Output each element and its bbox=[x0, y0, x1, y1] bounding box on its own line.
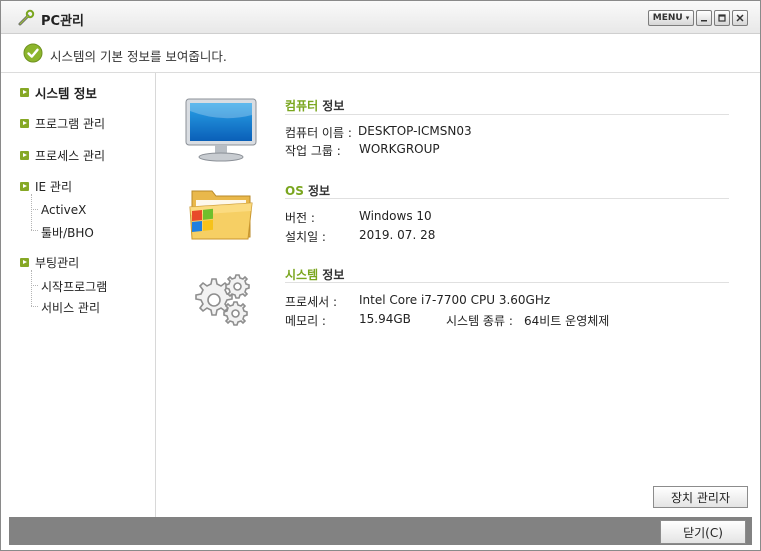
maximize-button[interactable] bbox=[714, 10, 730, 26]
tree-connector bbox=[31, 209, 38, 210]
os-version-value: Windows 10 bbox=[359, 209, 432, 223]
os-version-label: 버전 : bbox=[285, 211, 315, 225]
tree-connector bbox=[31, 230, 38, 231]
close-window-button[interactable] bbox=[732, 10, 748, 26]
tree-connector bbox=[31, 285, 38, 286]
sidebar-item-label: 프로그램 관리 bbox=[35, 117, 106, 131]
window-controls: MENU ▾ bbox=[648, 10, 748, 26]
title-bar[interactable]: PC관리 MENU ▾ bbox=[1, 1, 760, 34]
arrow-bullet-icon bbox=[20, 258, 29, 267]
menu-label: MENU bbox=[652, 13, 683, 23]
processor-value: Intel Core i7-7700 CPU 3.60GHz bbox=[359, 293, 551, 307]
sidebar-item-service-management[interactable]: 서비스 관리 bbox=[41, 299, 100, 316]
system-type-value: 64비트 운영체제 bbox=[524, 314, 610, 328]
divider bbox=[285, 114, 729, 115]
minimize-button[interactable] bbox=[696, 10, 712, 26]
monitor-icon bbox=[185, 98, 257, 162]
workgroup-value: WORKGROUP bbox=[359, 142, 440, 156]
check-circle-icon bbox=[23, 43, 43, 63]
sidebar-item-boot-management[interactable]: 부팅관리 bbox=[20, 254, 79, 271]
wrench-icon bbox=[18, 9, 35, 26]
arrow-bullet-icon bbox=[20, 88, 29, 97]
computer-info-title: 컴퓨터 정보 bbox=[285, 97, 344, 114]
divider bbox=[285, 198, 729, 199]
system-info-title: 시스템 정보 bbox=[285, 266, 344, 283]
os-info-title-rest: 정보 bbox=[303, 184, 331, 198]
gears-icon bbox=[195, 274, 250, 326]
folder-windows-icon bbox=[189, 190, 253, 240]
sidebar-item-process-management[interactable]: 프로세스 관리 bbox=[20, 147, 105, 164]
sidebar-item-system-info[interactable]: 시스템 정보 bbox=[20, 83, 97, 102]
divider bbox=[285, 282, 729, 283]
memory-value: 15.94GB bbox=[359, 312, 411, 326]
os-info-title: OS 정보 bbox=[285, 182, 330, 199]
bottom-bar: 닫기(C) bbox=[9, 517, 752, 545]
sidebar-item-startup-programs[interactable]: 시작프로그램 bbox=[41, 278, 107, 295]
sidebar-item-label: IE 관리 bbox=[35, 180, 73, 194]
window-title: PC관리 bbox=[41, 14, 84, 29]
info-message: 시스템의 기본 정보를 보여줍니다. bbox=[50, 49, 227, 64]
info-bar: 시스템의 기본 정보를 보여줍니다. bbox=[1, 34, 760, 73]
sidebar-item-program-management[interactable]: 프로그램 관리 bbox=[20, 115, 105, 132]
close-button[interactable]: 닫기(C) bbox=[660, 520, 746, 544]
tree-connector bbox=[31, 270, 32, 306]
device-manager-button[interactable]: 장치 관리자 bbox=[653, 486, 748, 508]
install-date-value: 2019. 07. 28 bbox=[359, 228, 436, 242]
sidebar-item-label: 시스템 정보 bbox=[35, 86, 97, 101]
sidebar: 시스템 정보 프로그램 관리 프로세스 관리 IE 관리 ActiveX 툴바/… bbox=[9, 73, 156, 517]
tree-connector bbox=[31, 194, 32, 230]
app-window: PC관리 MENU ▾ 시스템의 기본 정보를 보여줍니다. 시스템 정보 프로… bbox=[0, 0, 761, 551]
arrow-bullet-icon bbox=[20, 182, 29, 191]
system-type-label: 시스템 종류 : bbox=[446, 314, 513, 328]
sidebar-item-label: 프로세스 관리 bbox=[35, 149, 106, 163]
sidebar-item-toolbar-bho[interactable]: 툴바/BHO bbox=[41, 224, 94, 241]
computer-info-title-rest: 정보 bbox=[318, 99, 345, 113]
maximize-icon bbox=[718, 14, 726, 22]
minimize-icon bbox=[701, 20, 707, 22]
content-panel: 컴퓨터 정보 컴퓨터 이름 : DESKTOP-ICMSN03 작업 그룹 : … bbox=[156, 73, 752, 517]
menu-dropdown-icon: ▾ bbox=[685, 14, 690, 22]
sidebar-item-ie-management[interactable]: IE 관리 bbox=[20, 178, 72, 195]
sidebar-item-activex[interactable]: ActiveX bbox=[41, 203, 86, 217]
os-info-title-highlight: OS bbox=[285, 184, 304, 198]
install-date-label: 설치일 : bbox=[285, 230, 326, 244]
computer-info-title-highlight: 컴퓨터 bbox=[285, 99, 319, 113]
arrow-bullet-icon bbox=[20, 151, 29, 160]
workgroup-label: 작업 그룹 : bbox=[285, 144, 341, 158]
system-info-title-rest: 정보 bbox=[318, 268, 345, 282]
tree-connector bbox=[31, 306, 38, 307]
sidebar-item-label: 부팅관리 bbox=[35, 256, 80, 270]
arrow-bullet-icon bbox=[20, 119, 29, 128]
computer-name-value: DESKTOP-ICMSN03 bbox=[358, 124, 472, 138]
system-info-title-highlight: 시스템 bbox=[285, 268, 319, 282]
computer-name-label: 컴퓨터 이름 : bbox=[285, 126, 352, 140]
memory-label: 메모리 : bbox=[285, 314, 326, 328]
menu-button[interactable]: MENU ▾ bbox=[648, 10, 694, 26]
processor-label: 프로세서 : bbox=[285, 295, 338, 309]
close-icon bbox=[736, 14, 744, 22]
